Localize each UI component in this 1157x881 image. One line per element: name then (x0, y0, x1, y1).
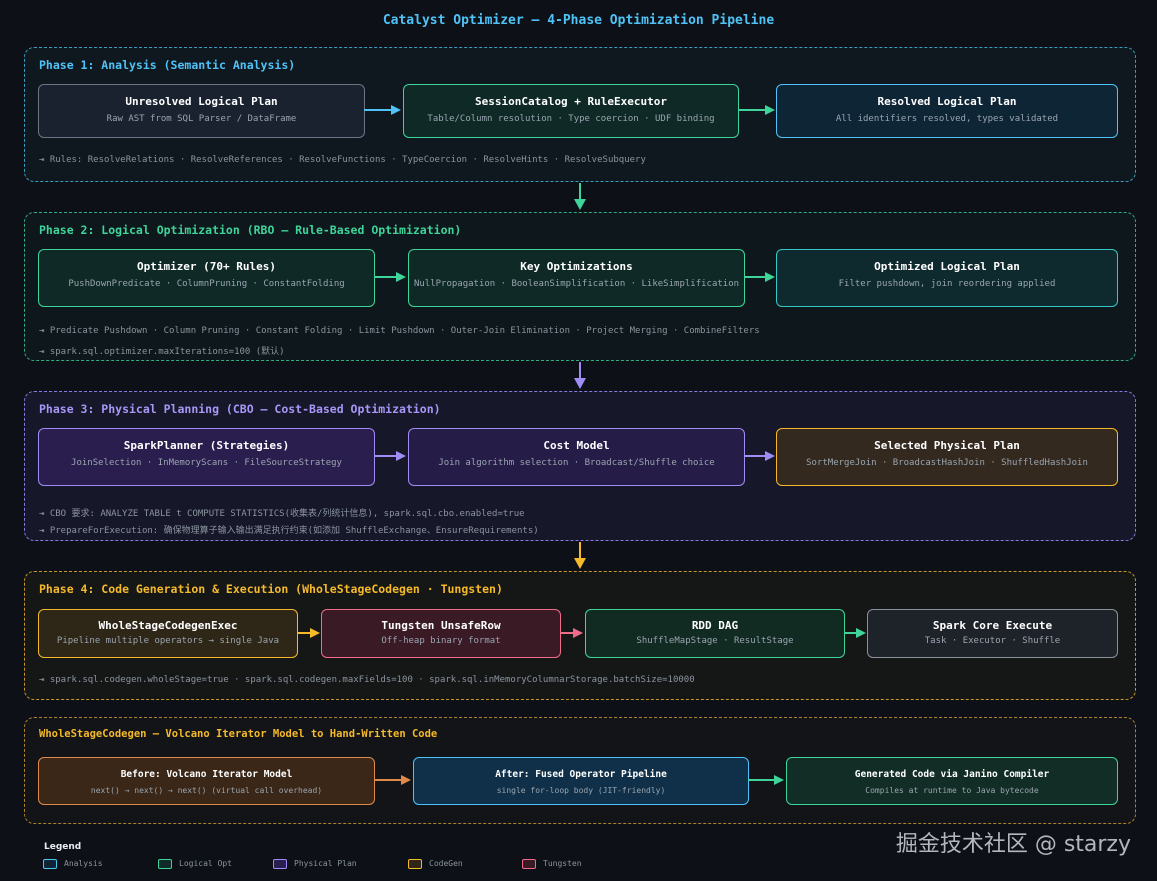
phase-1-title: Phase 1: Analysis (Semantic Analysis) (39, 58, 296, 72)
fused-operator-pipeline-box: After: Fused Operator Pipeline single fo… (413, 757, 749, 805)
legend-swatch (158, 859, 172, 869)
phase-3-panel: Phase 3: Physical Planning (CBO — Cost-B… (24, 391, 1136, 541)
box-title: SparkPlanner (Strategies) (123, 439, 290, 452)
phase-4-config-note: ⇥ spark.sql.codegen.wholeStage=true · sp… (39, 675, 695, 685)
box-subtitle: Filter pushdown, join reordering applied (838, 279, 1056, 289)
legend-label: Tungsten (543, 859, 582, 868)
box-subtitle: Join algorithm selection · Broadcast/Shu… (438, 458, 715, 468)
box-subtitle: Table/Column resolution · Type coercion … (427, 114, 715, 124)
box-title: Generated Code via Janino Compiler (854, 769, 1050, 780)
phase-4-title: Phase 4: Code Generation & Execution (Wh… (39, 582, 503, 596)
box-subtitle: JoinSelection · InMemoryScans · FileSour… (71, 458, 342, 468)
box-subtitle: NullPropagation · BooleanSimplification … (413, 279, 740, 289)
key-optimizations-box: Key Optimizations NullPropagation · Bool… (408, 249, 745, 307)
janino-generated-code-box: Generated Code via Janino Compiler Compi… (786, 757, 1118, 805)
arrow-head-icon (574, 378, 586, 389)
box-subtitle: ShuffleMapStage · ResultStage (636, 636, 794, 646)
volcano-iterator-box: Before: Volcano Iterator Model next() → … (38, 757, 375, 805)
watermark: 掘金技术社区 @ starzy (895, 832, 1131, 857)
legend-title: Legend (44, 842, 82, 852)
arrow-head-icon (574, 558, 586, 569)
box-title: WholeStageCodegenExec (98, 619, 238, 632)
diagram-title: Catalyst Optimizer — 4-Phase Optimizatio… (382, 13, 775, 28)
phase-3-title: Phase 3: Physical Planning (CBO — Cost-B… (39, 402, 441, 416)
box-subtitle: Task · Executor · Shuffle (924, 636, 1061, 646)
phase-2-title: Phase 2: Logical Optimization (RBO — Rul… (39, 223, 462, 237)
legend-swatch (273, 859, 287, 869)
box-title: After: Fused Operator Pipeline (495, 769, 667, 780)
whole-stage-codegen-exec-box: WholeStageCodegenExec Pipeline multiple … (38, 609, 298, 658)
cost-model-box: Cost Model Join algorithm selection · Br… (408, 428, 745, 486)
box-title: Unresolved Logical Plan (125, 95, 278, 108)
box-title: Resolved Logical Plan (877, 95, 1017, 108)
phase-4-panel: Phase 4: Code Generation & Execution (Wh… (24, 571, 1136, 700)
box-subtitle: Off-heap binary format (381, 636, 501, 646)
phase-3-prepare-note: ⇥ PrepareForExecution: 确保物理算子输入输出满足执行约束(… (39, 526, 539, 536)
unresolved-logical-plan-box: Unresolved Logical Plan Raw AST from SQL… (38, 84, 365, 138)
phase-1-panel: Phase 1: Analysis (Semantic Analysis) Un… (24, 47, 1136, 182)
legend-swatch (43, 859, 57, 869)
box-subtitle: SortMergeJoin · BroadcastHashJoin · Shuf… (806, 458, 1088, 468)
box-title: Spark Core Execute (932, 619, 1053, 632)
box-title: Key Optimizations (520, 260, 633, 273)
spark-planner-box: SparkPlanner (Strategies) JoinSelection … (38, 428, 375, 486)
legend-swatch (408, 859, 422, 869)
box-subtitle: single for-loop body (JIT-friendly) (496, 786, 666, 795)
phase-3-cbo-note: ⇥ CBO 要求: ANALYZE TABLE t COMPUTE STATIS… (39, 509, 525, 519)
optimizer-rules-box: Optimizer (70+ Rules) PushDownPredicate … (38, 249, 375, 307)
spark-core-execute-box: Spark Core Execute Task · Executor · Shu… (867, 609, 1118, 658)
box-subtitle: Raw AST from SQL Parser / DataFrame (106, 114, 297, 124)
resolved-logical-plan-box: Resolved Logical Plan All identifiers re… (776, 84, 1118, 138)
box-title: SessionCatalog + RuleExecutor (474, 95, 668, 108)
phase-2-iterations-note: ⇥ spark.sql.optimizer.maxIterations=100 … (39, 347, 285, 357)
box-subtitle: next() → next() → next() (virtual call o… (90, 786, 323, 795)
legend-swatch (522, 859, 536, 869)
phase-1-rules-note: ⇥ Rules: ResolveRelations · ResolveRefer… (39, 155, 646, 165)
legend-label: Logical Opt (179, 859, 232, 868)
selected-physical-plan-box: Selected Physical Plan SortMergeJoin · B… (776, 428, 1118, 486)
box-subtitle: All identifiers resolved, types validate… (835, 114, 1059, 124)
rdd-dag-box: RDD DAG ShuffleMapStage · ResultStage (585, 609, 845, 658)
box-subtitle: PushDownPredicate · ColumnPruning · Cons… (68, 279, 345, 289)
legend-label: Physical Plan (294, 859, 357, 868)
phase-2-optimizations-note: ⇥ Predicate Pushdown · Column Pruning · … (39, 326, 760, 336)
arrow-head-icon (574, 199, 586, 210)
phase-2-panel: Phase 2: Logical Optimization (RBO — Rul… (24, 212, 1136, 361)
box-title: Tungsten UnsafeRow (381, 619, 501, 632)
box-title: Selected Physical Plan (874, 439, 1020, 452)
legend-label: CodeGen (429, 859, 463, 868)
box-title: RDD DAG (691, 619, 739, 632)
session-catalog-box: SessionCatalog + RuleExecutor Table/Colu… (403, 84, 739, 138)
box-title: Before: Volcano Iterator Model (120, 769, 293, 780)
legend-label: Analysis (64, 859, 103, 868)
box-subtitle: Compiles at runtime to Java bytecode (865, 786, 1039, 795)
tungsten-unsaferow-box: Tungsten UnsafeRow Off-heap binary forma… (321, 609, 561, 658)
box-title: Cost Model (543, 439, 610, 452)
box-title: Optimizer (70+ Rules) (136, 260, 277, 273)
wholestage-codegen-title: WholeStageCodegen — Volcano Iterator Mod… (39, 728, 438, 740)
box-title: Optimized Logical Plan (874, 260, 1020, 273)
box-subtitle: Pipeline multiple operators → single Jav… (56, 636, 280, 646)
wholestage-codegen-panel: WholeStageCodegen — Volcano Iterator Mod… (24, 717, 1136, 824)
optimized-logical-plan-box: Optimized Logical Plan Filter pushdown, … (776, 249, 1118, 307)
